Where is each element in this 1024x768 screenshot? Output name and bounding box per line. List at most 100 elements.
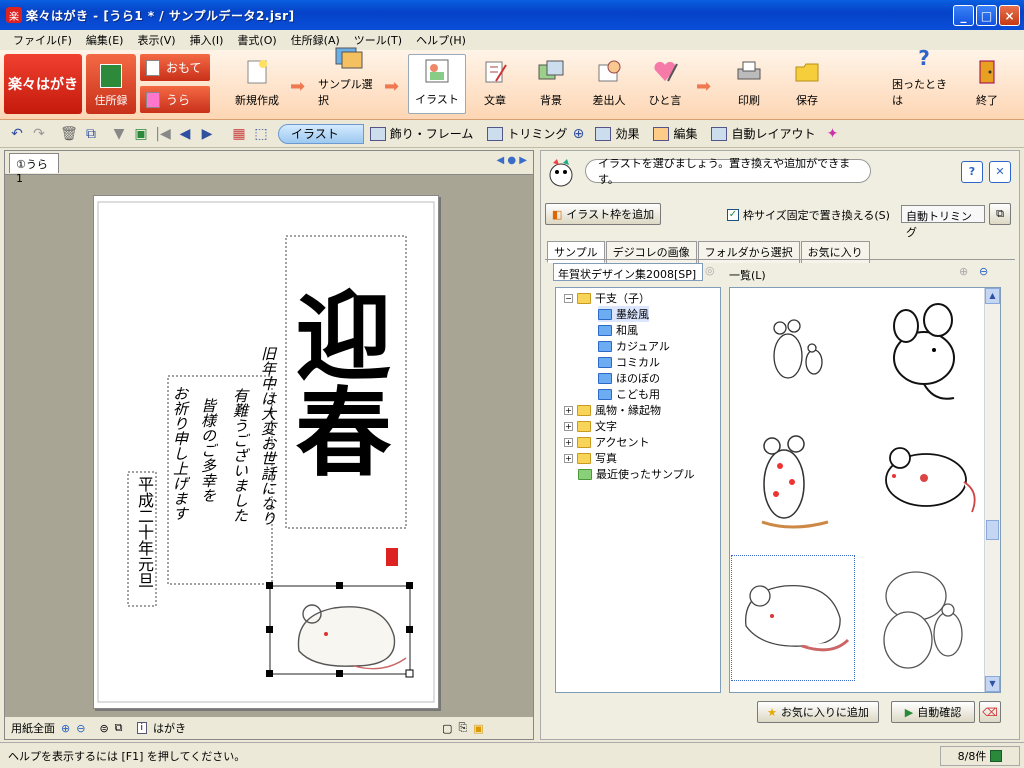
prev-page-icon[interactable]: ◀ bbox=[174, 126, 196, 142]
collection-select[interactable]: 年賀状デザイン集2008[SP] bbox=[553, 263, 703, 281]
postcard-canvas[interactable]: 迎春 旧年中は大変お世話になり 有難うございました 皆様のご多幸を お祈り申し上… bbox=[93, 195, 439, 709]
sender-button[interactable]: 差出人 bbox=[580, 54, 638, 114]
menu-insert[interactable]: 挿入(I) bbox=[183, 32, 231, 48]
menu-help[interactable]: ヘルプ(H) bbox=[409, 32, 473, 48]
tree-node-accent[interactable]: + アクセント bbox=[564, 434, 649, 450]
copy-page-icon[interactable]: ⎘ bbox=[458, 721, 467, 735]
wizard-icon[interactable]: ✦ bbox=[821, 126, 843, 142]
text-button[interactable]: 文章 bbox=[466, 54, 524, 114]
grid-scrollbar[interactable]: ▲ ▼ bbox=[984, 288, 1000, 692]
tree-node-kids[interactable]: こども用 bbox=[598, 386, 660, 402]
illust-thumb-3[interactable] bbox=[732, 422, 854, 546]
multi-page-icon[interactable]: ⧉ bbox=[115, 721, 123, 735]
add-frame-icon: ◧ bbox=[551, 207, 563, 221]
grid-icon[interactable]: ▦ bbox=[228, 126, 250, 142]
zoom-in-list-icon[interactable]: ⊕ bbox=[959, 265, 968, 278]
help-button[interactable]: ? 困ったときは bbox=[892, 46, 956, 114]
undo-icon[interactable]: ↶ bbox=[6, 126, 28, 142]
app-icon[interactable]: 楽 bbox=[6, 7, 22, 23]
frame-label: 飾り・フレーム bbox=[389, 127, 474, 141]
zoom-out-list-icon[interactable]: ⊖ bbox=[979, 265, 988, 278]
page-view-icon[interactable]: ▢ bbox=[442, 722, 452, 735]
autolayout-button[interactable]: 自動レイアウト bbox=[711, 125, 815, 142]
checkbox-checked-icon[interactable]: ✓ bbox=[727, 209, 739, 221]
scroll-down-icon[interactable]: ▼ bbox=[985, 676, 1000, 692]
illust-thumb-2[interactable] bbox=[864, 290, 986, 414]
collection-refresh-icon[interactable]: ◎ bbox=[705, 264, 715, 277]
illust-button[interactable]: イラスト bbox=[408, 54, 466, 114]
zoom-in-icon[interactable]: ⊕ bbox=[61, 722, 70, 735]
help-question-icon[interactable]: ? bbox=[961, 161, 983, 183]
tree-node-sumie[interactable]: 墨絵風 bbox=[598, 306, 649, 322]
close-button[interactable]: × bbox=[999, 5, 1020, 26]
menu-edit[interactable]: 編集(E) bbox=[79, 32, 131, 48]
date-line: 平成二十年元旦 bbox=[135, 476, 154, 588]
tab-back1[interactable]: ①うら1 bbox=[9, 153, 59, 185]
new-button[interactable]: 新規作成 bbox=[228, 54, 286, 114]
tree-label: 干支（子） bbox=[595, 292, 650, 305]
minimize-button[interactable]: _ bbox=[953, 5, 974, 26]
zoom-in-icon[interactable]: ⊕ bbox=[567, 126, 589, 142]
expand-icon[interactable]: + bbox=[564, 437, 573, 447]
tree-node-photo[interactable]: + 写真 bbox=[564, 450, 617, 466]
auto-confirm-button[interactable]: ▶ 自動確認 bbox=[891, 701, 975, 723]
pin-icon[interactable]: ▼ bbox=[108, 126, 130, 142]
close-panel-icon[interactable]: ✕ bbox=[989, 161, 1011, 183]
expand-icon[interactable]: + bbox=[564, 421, 573, 431]
lock-icon[interactable]: ▣ bbox=[473, 722, 483, 735]
select-icon[interactable]: ⬚ bbox=[250, 126, 272, 142]
background-button[interactable]: 背景 bbox=[522, 54, 580, 114]
tree-node-wafu[interactable]: 和風 bbox=[598, 322, 638, 338]
exit-button[interactable]: 終了 bbox=[958, 54, 1016, 114]
info-icon[interactable]: i bbox=[136, 722, 148, 734]
scroll-thumb[interactable] bbox=[986, 520, 999, 540]
tree-node-recent[interactable]: 最近使ったサンプル bbox=[578, 466, 695, 482]
tree-node-fubutsu[interactable]: + 風物・縁起物 bbox=[564, 402, 661, 418]
comment-button[interactable]: ひと言 bbox=[636, 54, 694, 114]
back-side-button[interactable]: うら bbox=[140, 86, 210, 113]
page-icon[interactable]: ▣ bbox=[130, 126, 152, 142]
add-illust-frame-button[interactable]: ◧ イラスト枠を追加 bbox=[545, 203, 661, 225]
illust-grid: ▲ ▼ bbox=[729, 287, 1001, 693]
expand-icon[interactable]: + bbox=[564, 405, 573, 415]
save-button[interactable]: 保存 bbox=[778, 54, 836, 114]
edit-button[interactable]: 編集 bbox=[653, 125, 697, 142]
add-favorite-button[interactable]: ★ お気に入りに追加 bbox=[757, 701, 879, 723]
menu-file[interactable]: ファイル(F) bbox=[6, 32, 79, 48]
scroll-up-icon[interactable]: ▲ bbox=[985, 288, 1000, 304]
menu-format[interactable]: 書式(O) bbox=[230, 32, 283, 48]
zoom-out-icon[interactable]: ⊖ bbox=[76, 722, 85, 735]
trimming-button[interactable]: トリミング bbox=[487, 125, 567, 142]
tree-node-moji[interactable]: + 文字 bbox=[564, 418, 617, 434]
expand-icon[interactable]: + bbox=[564, 453, 573, 463]
menu-view[interactable]: 表示(V) bbox=[130, 32, 182, 48]
effect-button[interactable]: 効果 bbox=[595, 125, 639, 142]
front-side-button[interactable]: おもて bbox=[140, 54, 210, 81]
address-book-button[interactable]: 住所録 bbox=[86, 54, 136, 114]
illust-thumb-4[interactable] bbox=[864, 422, 986, 546]
auto-trim-field[interactable]: 自動トリミング bbox=[901, 205, 985, 239]
frame-button[interactable]: 飾り・フレーム bbox=[369, 125, 474, 142]
illust-mode-tab[interactable]: イラスト bbox=[278, 123, 364, 144]
sample-select-button[interactable]: サンプル選択 bbox=[318, 47, 380, 114]
fit-icon[interactable]: ⊜ bbox=[99, 722, 108, 735]
next-page-icon[interactable]: ▶ bbox=[196, 126, 218, 142]
illust-thumb-1[interactable] bbox=[732, 290, 854, 414]
redo-icon[interactable]: ↷ bbox=[28, 126, 50, 142]
tab-nav-icon[interactable]: ◀ ● ▶ bbox=[497, 155, 527, 166]
tree-node-eto[interactable]: − 干支（子） bbox=[564, 290, 650, 306]
tree-node-honobono[interactable]: ほのぼの bbox=[598, 370, 660, 386]
fixed-size-checkbox[interactable]: ✓ 枠サイズ固定で置き換える(S) bbox=[727, 207, 890, 223]
print-button[interactable]: 印刷 bbox=[720, 54, 778, 114]
illust-thumb-5-selected[interactable] bbox=[731, 555, 855, 681]
clear-button[interactable]: ⌫ bbox=[979, 701, 1001, 723]
auto-trim-button[interactable]: ⧉ bbox=[989, 203, 1011, 225]
delete-icon[interactable]: 🗑 bbox=[58, 126, 80, 142]
tree-node-casual[interactable]: カジュアル bbox=[598, 338, 670, 354]
maximize-button[interactable]: □ bbox=[976, 5, 997, 26]
first-page-icon[interactable]: |◀ bbox=[152, 126, 174, 142]
zoom-frame-icon[interactable]: ⧉ bbox=[80, 126, 102, 142]
collapse-icon[interactable]: − bbox=[564, 293, 573, 303]
illust-thumb-6[interactable] bbox=[864, 556, 986, 680]
tree-node-comical[interactable]: コミカル bbox=[598, 354, 660, 370]
